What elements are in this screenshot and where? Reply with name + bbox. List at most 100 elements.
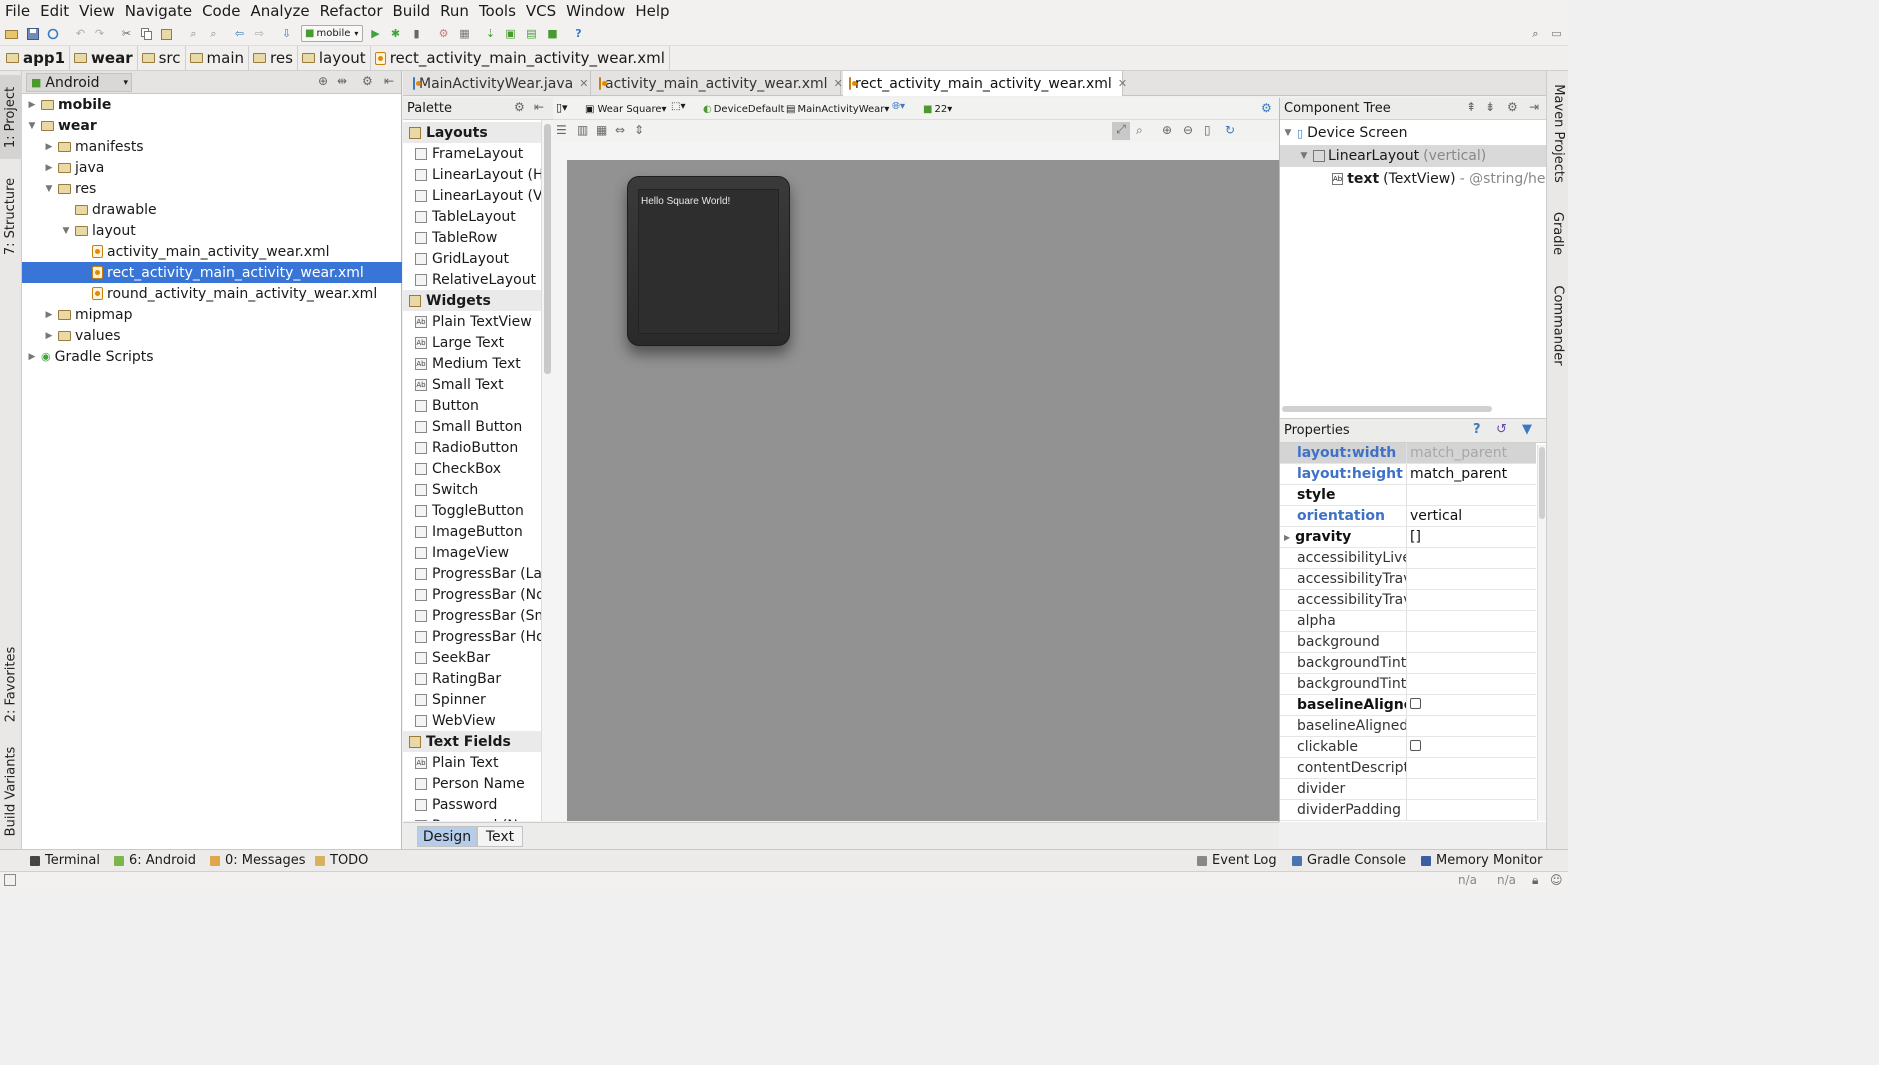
tool-android[interactable]: 6: Android	[114, 853, 196, 868]
close-icon[interactable]: ✕	[579, 77, 588, 90]
grid-icon[interactable]: ▦	[596, 123, 607, 137]
collapse-all-icon[interactable]: ⇹	[337, 74, 347, 88]
tree-item-round-activity-main-activity-wear-xml[interactable]: round_activity_main_activity_wear.xml	[22, 283, 402, 304]
menu-navigate[interactable]: Navigate	[120, 2, 197, 20]
tab-maven-projects[interactable]: Maven Projects	[1547, 75, 1569, 191]
menu-refactor[interactable]: Refactor	[315, 2, 388, 20]
palette-item-progressbar-sm[interactable]: ProgressBar (Sm	[403, 605, 541, 626]
palette-item-switch[interactable]: Switch	[403, 479, 541, 500]
redo-icon[interactable]: ↷	[92, 26, 107, 41]
hide-panel-icon[interactable]: ⇥	[1529, 100, 1539, 114]
property-value[interactable]: vertical	[1407, 508, 1462, 524]
breadcrumb-main[interactable]: main	[186, 46, 249, 70]
tool-memory-monitor[interactable]: Memory Monitor	[1421, 853, 1542, 868]
palette-item-linearlayout-ho[interactable]: LinearLayout (Ho	[403, 164, 541, 185]
lock-icon[interactable]: 🔒︎	[1532, 873, 1538, 888]
replace-icon[interactable]: ⌕	[206, 26, 221, 41]
menu-vcs[interactable]: VCS	[521, 2, 561, 20]
tree-item-activity-main-activity-wear-xml[interactable]: activity_main_activity_wear.xml	[22, 241, 402, 262]
palette-item-person-name[interactable]: Person Name	[403, 773, 541, 794]
collapsed-arrow-icon[interactable]: ▶	[43, 163, 55, 173]
property-row-background[interactable]: background	[1280, 632, 1536, 653]
back-icon[interactable]: ⇦	[232, 26, 247, 41]
tab-commander[interactable]: Commander	[1547, 277, 1569, 373]
tab-build-variants[interactable]: Build Variants	[0, 741, 22, 841]
sync-icon[interactable]	[45, 26, 60, 41]
property-row-layout-width[interactable]: layout:width match_parent	[1280, 443, 1536, 464]
tree-item-layout[interactable]: ▼ layout	[22, 220, 402, 241]
breadcrumb-layout[interactable]: layout	[298, 46, 371, 70]
device-monitor-icon[interactable]: ▤	[524, 26, 539, 41]
collapsed-arrow-icon[interactable]: ▶	[43, 310, 55, 320]
forward-icon[interactable]: ⇨	[252, 26, 267, 41]
palette-item-button[interactable]: Button	[403, 395, 541, 416]
tab-project[interactable]: 1: Project	[0, 75, 22, 159]
property-row-baselinealignedc[interactable]: baselineAlignedC	[1280, 716, 1536, 737]
tree-item-gradle-scripts[interactable]: ▶ ◉ Gradle Scripts	[22, 346, 402, 367]
layout-file-dropdown[interactable]: ▯▾	[556, 101, 578, 117]
property-row-backgroundtintm[interactable]: backgroundTintM	[1280, 674, 1536, 695]
device-screen[interactable]: Hello Square World!	[638, 189, 779, 334]
make-project-icon[interactable]: ⇩	[279, 26, 294, 41]
cut-icon[interactable]: ✂	[119, 26, 134, 41]
palette-item-progressbar-lar[interactable]: ProgressBar (Lar	[403, 563, 541, 584]
refresh-icon[interactable]: ↻	[1225, 123, 1235, 137]
locale-dropdown[interactable]: 🌐︎▾	[892, 101, 905, 117]
property-row-divider[interactable]: divider	[1280, 779, 1536, 800]
project-structure-icon[interactable]: ⚙	[436, 26, 451, 41]
palette-item-password[interactable]: Password	[403, 794, 541, 815]
expanded-arrow-icon[interactable]: ▼	[26, 121, 38, 131]
scrollbar-thumb[interactable]	[1539, 447, 1545, 519]
property-row-backgroundtint[interactable]: backgroundTint	[1280, 653, 1536, 674]
expand-arrow-icon[interactable]: ▼	[1298, 151, 1310, 161]
palette-item-progressbar-ho[interactable]: ProgressBar (Ho	[403, 626, 541, 647]
tree-item-rect-activity-main-activity-wear-xml[interactable]: rect_activity_main_activity_wear.xml	[22, 262, 402, 283]
palette-item-togglebutton[interactable]: ToggleButton	[403, 500, 541, 521]
palette-item-linearlayout-ve[interactable]: LinearLayout (Ve	[403, 185, 541, 206]
menu-tools[interactable]: Tools	[474, 2, 521, 20]
property-value[interactable]: match_parent	[1407, 445, 1507, 461]
property-row-clickable[interactable]: clickable	[1280, 737, 1536, 758]
palette-category-layouts[interactable]: Layouts	[403, 122, 541, 143]
checkbox[interactable]	[1410, 698, 1421, 709]
property-value[interactable]	[1407, 739, 1421, 755]
tab-rect-activity-main-activity-wear[interactable]: rect_activity_main_activity_wear.xml ✕	[843, 71, 1127, 96]
api-level-dropdown[interactable]: ■ 22 ▾	[923, 101, 952, 117]
tree-item-values[interactable]: ▶ values	[22, 325, 402, 346]
zoom-actual-icon[interactable]: ⤢	[1112, 122, 1130, 140]
tree-linearlayout[interactable]: ▼ LinearLayout (vertical)	[1280, 145, 1547, 167]
property-row-accessibilityliver[interactable]: accessibilityLiveR	[1280, 548, 1536, 569]
paste-icon[interactable]	[159, 26, 174, 41]
expand-arrow-icon[interactable]: ▼	[1282, 128, 1294, 138]
palette-item-gridlayout[interactable]: GridLayout	[403, 248, 541, 269]
property-row-contentdescript[interactable]: contentDescript	[1280, 758, 1536, 779]
breadcrumb-wear[interactable]: wear	[70, 46, 138, 70]
breadcrumb-app1[interactable]: app1	[0, 46, 71, 70]
screenshot-icon[interactable]: ▯	[1204, 123, 1211, 137]
tab-design[interactable]: Design	[417, 826, 477, 847]
avd-manager-icon[interactable]: ▣	[503, 26, 518, 41]
palette-item-small-text[interactable]: Ab Small Text	[403, 374, 541, 395]
tool-terminal[interactable]: Terminal	[30, 853, 100, 868]
android-sdk-icon[interactable]: ■	[545, 26, 560, 41]
tool-window-icon[interactable]: ▭	[1549, 26, 1564, 41]
palette-item-large-text[interactable]: Ab Large Text	[403, 332, 541, 353]
hide-panel-icon[interactable]: ⇤	[384, 74, 394, 88]
tab-text[interactable]: Text	[477, 826, 523, 847]
expand-arrow-icon[interactable]: ▶	[1284, 533, 1290, 542]
debug-icon[interactable]: ✱	[388, 26, 403, 41]
palette-category-text-fields[interactable]: Text Fields	[403, 731, 541, 752]
property-row-orientation[interactable]: orientation vertical	[1280, 506, 1536, 527]
palette-item-medium-text[interactable]: Ab Medium Text	[403, 353, 541, 374]
preview-textview[interactable]: Hello Square World!	[641, 196, 730, 207]
activity-dropdown[interactable]: ▤ MainActivityWear ▾	[786, 101, 889, 117]
menu-help[interactable]: Help	[630, 2, 674, 20]
menu-build[interactable]: Build	[388, 2, 436, 20]
fill-height-icon[interactable]: ⇕	[634, 123, 644, 137]
menu-edit[interactable]: Edit	[35, 2, 74, 20]
palette-item-spinner[interactable]: Spinner	[403, 689, 541, 710]
copy-icon[interactable]	[139, 26, 154, 41]
help-icon[interactable]: ?	[571, 26, 586, 41]
device-dropdown[interactable]: ▣ Wear Square ▾	[585, 101, 667, 117]
property-row-accessibilitytrave[interactable]: accessibilityTrave	[1280, 590, 1536, 611]
